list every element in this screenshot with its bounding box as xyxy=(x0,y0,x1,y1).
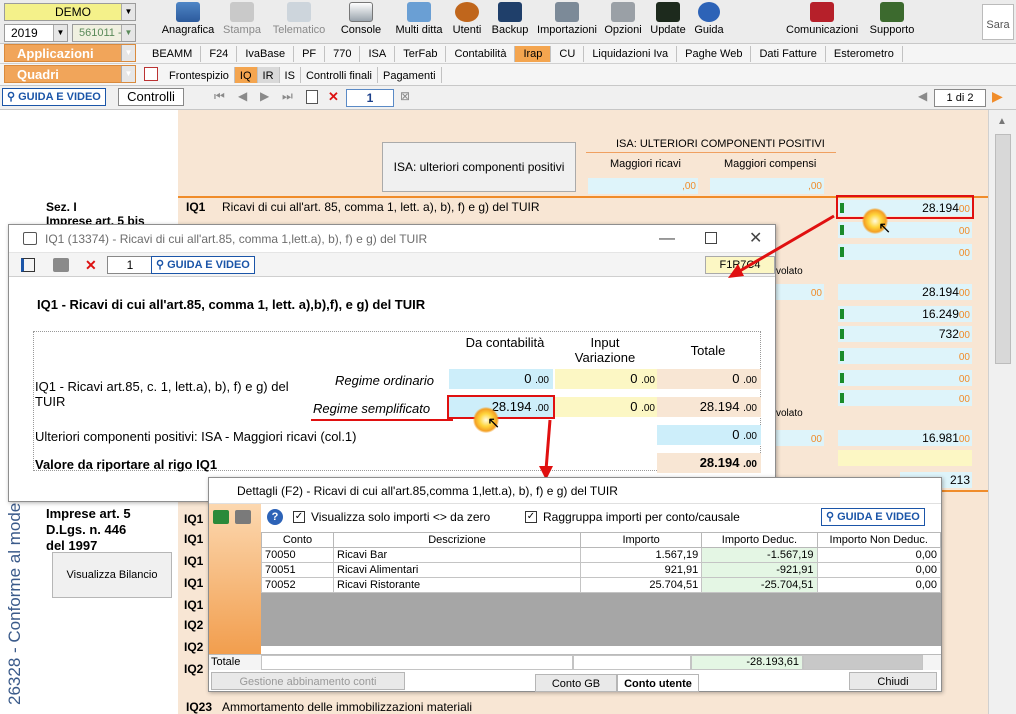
conto-utente-label: Conto utente xyxy=(624,678,692,690)
dialog2-guida-button[interactable]: ⚲ GUIDA E VIDEO xyxy=(821,508,925,526)
table-row[interactable]: 70051 Ricavi Alimentari 921,91 -921,91 0… xyxy=(261,562,942,578)
dettagli-dialog: Dettagli (F2) - Ricavi di cui all'art.85… xyxy=(208,477,942,692)
arrow-line xyxy=(544,419,552,471)
cell-importo: 25.704,51 xyxy=(579,577,703,593)
conto-utente-button[interactable]: Conto utente xyxy=(617,674,699,692)
arrow-line xyxy=(737,214,835,274)
search-icon: ⚲ xyxy=(826,511,838,523)
col-header[interactable]: Importo Non Deduc. xyxy=(816,532,942,548)
table-row[interactable]: 70052 Ricavi Ristorante 25.704,51 -25.70… xyxy=(261,577,942,593)
col-header[interactable]: Importo xyxy=(579,532,703,548)
totale-label: Totale xyxy=(211,656,241,668)
cell-deduc: -25.704,51 xyxy=(701,577,818,593)
cell-non-deduc: 0,00 xyxy=(816,547,942,563)
cell-descrizione: Ricavi Bar xyxy=(333,547,581,563)
cell-importo: 921,91 xyxy=(579,562,703,578)
cell-non-deduc: 0,00 xyxy=(816,577,942,593)
table-header: Conto Descrizione Importo Importo Deduc.… xyxy=(261,532,942,548)
cell-conto: 70052 xyxy=(261,577,334,593)
guida-label: GUIDA E VIDEO xyxy=(837,511,920,523)
dialog-titlebar: Dettagli (F2) - Ricavi di cui all'art.85… xyxy=(209,478,941,504)
checkbox-raggruppa[interactable]: ✓ xyxy=(525,511,537,523)
cell-non-deduc: 0,00 xyxy=(816,562,942,578)
chiudi-button[interactable]: Chiudi xyxy=(849,672,937,690)
gestione-label: Gestione abbinamento conti xyxy=(239,676,377,688)
totale-cell xyxy=(803,655,923,670)
details-table: Conto Descrizione Importo Importo Deduc.… xyxy=(261,532,942,593)
export-icon[interactable] xyxy=(213,510,229,524)
dialog-title: Dettagli (F2) - Ricavi di cui all'art.85… xyxy=(237,484,618,498)
totals-bar: Totale -28.193,61 xyxy=(209,654,941,670)
totale-value: -28.193,61 xyxy=(691,655,803,670)
conto-gb-button[interactable]: Conto GB xyxy=(535,674,617,692)
gestione-abbinamento-button[interactable]: Gestione abbinamento conti xyxy=(211,672,405,690)
col-header[interactable]: Descrizione xyxy=(333,532,581,548)
cell-deduc: -1.567,19 xyxy=(701,547,818,563)
cell-conto: 70051 xyxy=(261,562,334,578)
cell-descrizione: Ricavi Ristorante xyxy=(333,577,581,593)
cell-deduc: -921,91 xyxy=(701,562,818,578)
help-icon[interactable]: ? xyxy=(267,509,283,525)
conto-gb-label: Conto GB xyxy=(551,678,601,690)
cell-conto: 70050 xyxy=(261,547,334,563)
cell-descrizione: Ricavi Alimentari xyxy=(333,562,581,578)
col-header[interactable]: Conto xyxy=(261,532,334,548)
printer-icon[interactable] xyxy=(235,510,251,524)
col-header[interactable]: Importo Deduc. xyxy=(701,532,818,548)
orange-sidebar xyxy=(209,504,261,664)
cell-importo: 1.567,19 xyxy=(579,547,703,563)
chiudi-label: Chiudi xyxy=(877,676,909,688)
checkbox-nonzero[interactable]: ✓ xyxy=(293,511,305,523)
checkbox-raggruppa-label: Raggruppa importi per conto/causale xyxy=(543,510,740,524)
totale-cell xyxy=(573,655,691,670)
totale-cell xyxy=(261,655,573,670)
checkbox-nonzero-label: Visualizza solo importi <> da zero xyxy=(311,510,491,524)
table-row[interactable]: 70050 Ricavi Bar 1.567,19 -1.567,19 0,00 xyxy=(261,547,942,563)
